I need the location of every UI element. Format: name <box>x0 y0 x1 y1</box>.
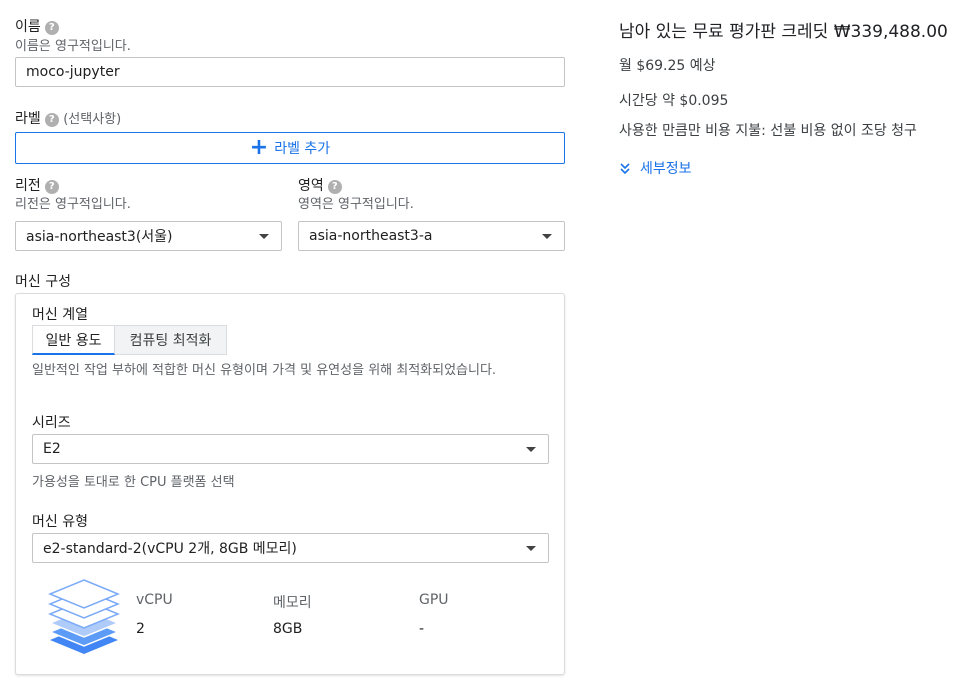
name-hint: 이름은 영구적입니다. <box>15 39 131 54</box>
zone-label: 영역 <box>298 178 324 194</box>
spec-value-gpu: - <box>419 621 425 637</box>
add-label-button-label: 라벨 추가 <box>274 141 331 157</box>
double-chevron-down-icon <box>620 163 630 175</box>
help-icon[interactable]: ? <box>44 21 59 35</box>
help-icon[interactable]: ? <box>44 180 59 194</box>
zone-hint: 영역은 영구적입니다. <box>298 197 414 212</box>
chevron-down-icon <box>259 233 269 239</box>
zone-label-row: 영역? <box>298 175 342 195</box>
plus-icon: + <box>249 135 269 160</box>
spec-header-vcpu: vCPU <box>136 592 173 608</box>
name-input[interactable]: moco-jupyter <box>15 57 565 87</box>
tab-general-purpose-label: 일반 용도 <box>45 332 102 349</box>
series-select[interactable]: E2 <box>32 434 549 464</box>
label-section-row: 라벨? (선택사항) <box>15 108 121 128</box>
optional-text: (선택사항) <box>63 112 122 127</box>
help-icon[interactable]: ? <box>327 180 342 194</box>
machine-config-title: 머신 구성 <box>15 274 71 290</box>
region-hint: 리전은 영구적입니다. <box>15 197 131 212</box>
chevron-down-icon <box>542 233 552 239</box>
machine-family-label: 머신 계열 <box>32 307 88 323</box>
series-hint: 가용성을 토대로 한 CPU 플랫폼 선택 <box>32 475 235 490</box>
tab-compute-optimized[interactable]: 컴퓨팅 최적화 <box>115 325 227 355</box>
series-label: 시리즈 <box>32 415 71 431</box>
pricing-note: 사용한 만큼만 비용 지불: 선불 비용 없이 조당 청구 <box>619 123 917 139</box>
spec-header-gpu: GPU <box>419 592 449 608</box>
spec-value-memory: 8GB <box>273 621 303 637</box>
help-icon[interactable]: ? <box>44 113 59 127</box>
details-link-label: 세부정보 <box>640 161 692 177</box>
label-section-label: 라벨 <box>15 111 41 127</box>
region-label-row: 리전? <box>15 175 59 195</box>
name-label-row: 이름? <box>15 16 59 36</box>
name-label: 이름 <box>15 19 41 35</box>
chevron-down-icon <box>526 446 536 452</box>
chevron-down-icon <box>526 545 536 551</box>
tab-general-purpose[interactable]: 일반 용도 <box>32 325 115 355</box>
name-input-value: moco-jupyter <box>26 64 120 80</box>
machine-family-description: 일반적인 작업 부하에 적합한 머신 유형이며 가격 및 유연성을 위해 최적화… <box>32 363 497 378</box>
tab-compute-optimized-label: 컴퓨팅 최적화 <box>129 333 212 349</box>
details-link[interactable]: 세부정보 <box>619 158 692 178</box>
zone-select-value: asia-northeast3-a <box>309 228 433 244</box>
region-select-value: asia-northeast3(서울) <box>26 229 173 245</box>
spec-header-memory: 메모리 <box>273 595 312 611</box>
remaining-credit: 남아 있는 무료 평가판 크레딧 ₩339,488.00 <box>619 22 948 42</box>
machine-stack-icon <box>48 579 120 654</box>
machine-type-select[interactable]: e2-standard-2(vCPU 2개, 8GB 메모리) <box>32 533 549 563</box>
add-label-button[interactable]: + 라벨 추가 <box>15 132 565 164</box>
monthly-estimate: 월 $69.25 예상 <box>619 58 716 74</box>
hourly-estimate: 시간당 약 $0.095 <box>619 93 729 109</box>
series-select-value: E2 <box>43 441 61 457</box>
machine-type-label: 머신 유형 <box>32 514 88 530</box>
machine-type-select-value: e2-standard-2(vCPU 2개, 8GB 메모리) <box>43 541 297 557</box>
zone-select[interactable]: asia-northeast3-a <box>298 221 565 251</box>
region-select[interactable]: asia-northeast3(서울) <box>15 221 282 251</box>
spec-value-vcpu: 2 <box>136 621 145 637</box>
region-label: 리전 <box>15 178 41 194</box>
